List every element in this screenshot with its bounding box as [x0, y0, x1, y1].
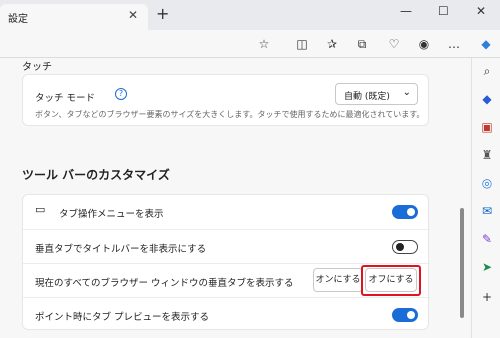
outlook-icon[interactable]: ✉: [478, 202, 496, 220]
games-chess-icon[interactable]: ♜: [478, 146, 496, 164]
maximize-button[interactable]: ☐: [438, 4, 449, 18]
browser-essentials-icon[interactable]: ♡: [384, 34, 404, 54]
setting-label: ポイント時にタブ プレビューを表示する: [35, 312, 210, 323]
search-icon[interactable]: ⌕: [478, 62, 496, 80]
section-heading-touch: タッチ: [22, 62, 52, 73]
chevron-down-icon: ⌄: [402, 87, 411, 98]
tab-preview-toggle[interactable]: [392, 308, 418, 322]
settings-row: 現在のすべてのブラウザー ウィンドウの垂直タブを表示する オンにする オフにする: [23, 263, 430, 297]
tab-strip: 設定 ✕ + — ☐ ✕: [0, 0, 500, 30]
new-tab-button[interactable]: +: [156, 4, 169, 23]
designer-icon[interactable]: ✎: [478, 230, 496, 248]
touch-mode-description: ボタン、タブなどのブラウザー要素のサイズを大きくします。タッチで使用するために最…: [35, 110, 425, 119]
help-icon[interactable]: ?: [115, 88, 127, 100]
tab-actions-menu-toggle[interactable]: [392, 205, 418, 219]
settings-row: ポイント時にタブ プレビューを表示する: [23, 297, 430, 331]
tab-settings[interactable]: 設定 ✕: [0, 4, 148, 30]
more-options-icon[interactable]: …: [444, 34, 464, 54]
close-window-button[interactable]: ✕: [476, 4, 486, 18]
tab-close-icon[interactable]: ✕: [128, 8, 138, 22]
touch-mode-label: タッチ モード: [35, 93, 96, 104]
turn-on-button[interactable]: オンにする: [313, 268, 363, 292]
setting-label: 垂直タブでタイトルバーを非表示にする: [35, 244, 207, 255]
scrollbar[interactable]: [460, 208, 464, 318]
settings-row: ▭ タブ操作メニューを表示: [23, 195, 430, 229]
tab-actions-menu-icon: ▭: [35, 203, 46, 216]
toolbar-customize-card: ▭ タブ操作メニューを表示 垂直タブでタイトルバーを非表示にする 現在のすべての…: [22, 194, 430, 331]
split-screen-icon[interactable]: ◫: [292, 34, 312, 54]
setting-label: タブ操作メニューを表示: [59, 209, 164, 220]
touch-mode-value: 自動 (既定): [344, 92, 390, 102]
tools-briefcase-icon[interactable]: ▣: [478, 118, 496, 136]
favorite-star-icon[interactable]: ☆: [254, 34, 274, 54]
setting-label: 現在のすべてのブラウザー ウィンドウの垂直タブを表示する: [35, 278, 294, 289]
browser-toolbar: ☆ ◫ ✰ ⧉ ♡ ◉ … ◆: [0, 30, 500, 58]
add-sidebar-app-icon[interactable]: +: [478, 288, 496, 306]
section-heading-toolbar: ツール バーのカスタマイズ: [22, 168, 170, 182]
edge-sidebar: ⌕ ◆ ▣ ♜ ◎ ✉ ✎ ➤ +: [471, 58, 500, 338]
touch-mode-select[interactable]: 自動 (既定) ⌄: [335, 83, 418, 105]
profile-icon[interactable]: ◉: [414, 34, 434, 54]
hide-titlebar-toggle[interactable]: [392, 240, 418, 254]
touch-card: タッチ モード ? 自動 (既定) ⌄ ボタン、タブなどのブラウザー要素のサイズ…: [22, 74, 429, 126]
microsoft-365-icon[interactable]: ◎: [478, 174, 496, 192]
settings-row: 垂直タブでタイトルバーを非表示にする: [23, 229, 430, 263]
copilot-icon[interactable]: ◆: [476, 34, 496, 54]
tab-title: 設定: [8, 14, 28, 25]
favorites-icon[interactable]: ✰: [322, 34, 342, 54]
highlight-box: [361, 265, 421, 296]
collections-icon[interactable]: ⧉: [352, 34, 372, 54]
minimize-button[interactable]: —: [400, 4, 412, 18]
settings-content: タッチ タッチ モード ? 自動 (既定) ⌄ ボタン、タブなどのブラウザー要素…: [0, 58, 471, 338]
drop-icon[interactable]: ➤: [478, 258, 496, 276]
shopping-tag-icon[interactable]: ◆: [478, 90, 496, 108]
